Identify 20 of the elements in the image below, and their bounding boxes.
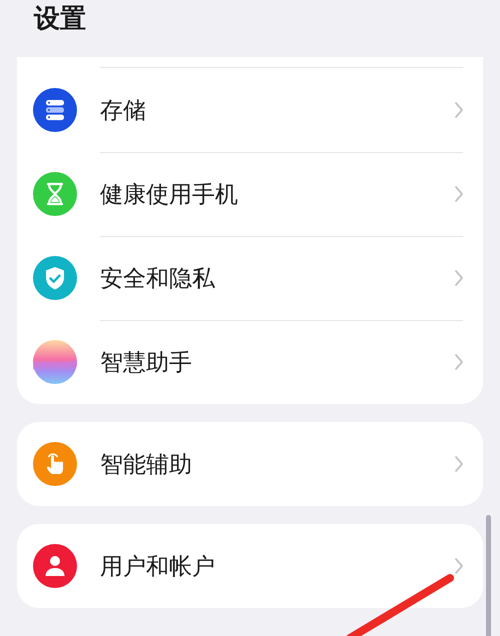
row-label: 用户和帐户 bbox=[100, 552, 216, 582]
settings-row[interactable]: 存储 bbox=[33, 68, 483, 152]
row-label: 智能辅助 bbox=[100, 450, 193, 480]
row-label: 安全和隐私 bbox=[100, 264, 216, 294]
chevron-icon bbox=[454, 269, 464, 287]
settings-row[interactable]: 智能辅助 bbox=[33, 422, 483, 506]
chevron-icon bbox=[454, 455, 464, 473]
chevron-icon bbox=[454, 185, 464, 203]
settings-row[interactable]: 安全和隐私 bbox=[33, 236, 483, 320]
settings-row[interactable]: 用户和帐户 bbox=[33, 524, 483, 608]
gradient-orb-icon bbox=[33, 340, 77, 384]
row-label: 健康使用手机 bbox=[100, 180, 239, 210]
settings-row[interactable]: 智慧助手 bbox=[33, 320, 483, 404]
row-label: 智慧助手 bbox=[100, 348, 193, 378]
chevron-icon bbox=[454, 101, 464, 119]
page-title: 设置 bbox=[32, 3, 87, 36]
chevron-icon bbox=[454, 557, 464, 575]
settings-row[interactable]: 健康使用手机 bbox=[33, 152, 483, 236]
chevron-icon bbox=[454, 353, 464, 371]
row-label: 存储 bbox=[100, 96, 147, 126]
